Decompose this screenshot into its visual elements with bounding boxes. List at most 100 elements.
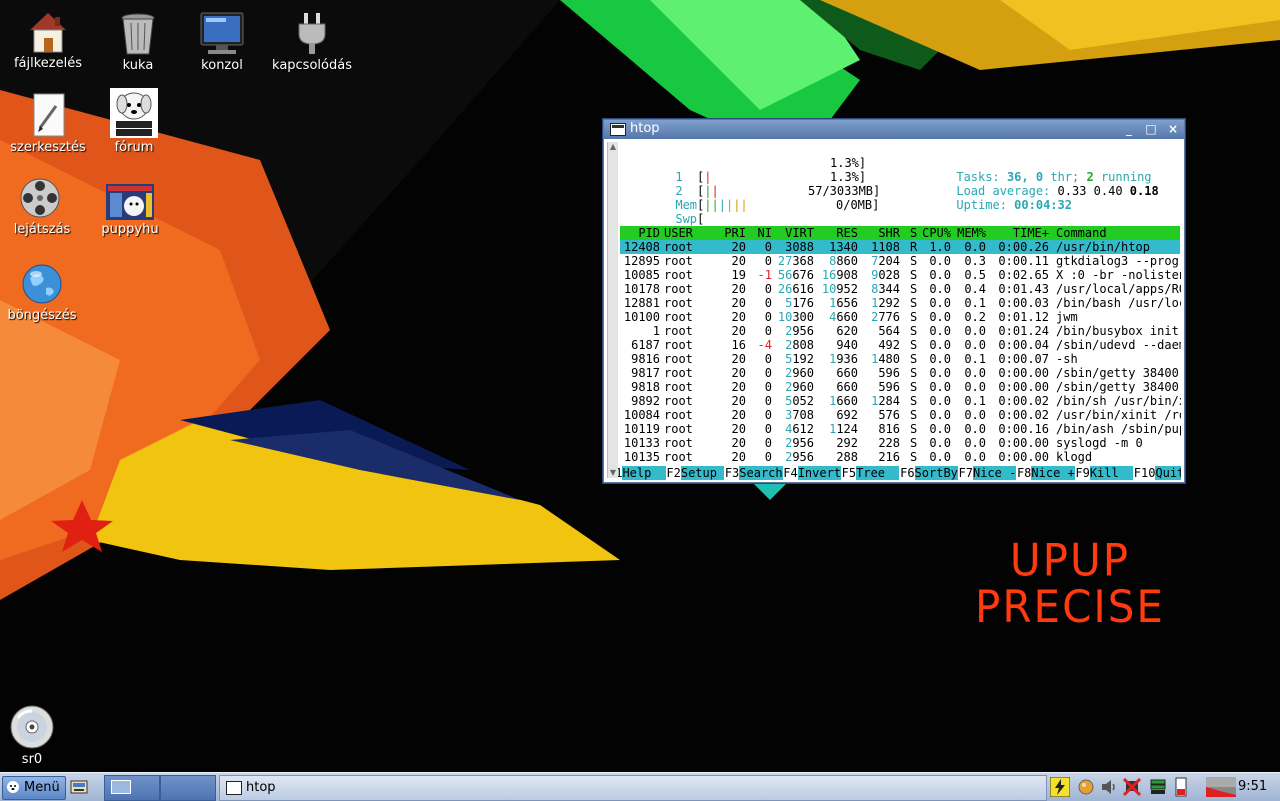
fkey-f1[interactable]: F1Help: [618, 466, 666, 480]
desktop-icon-player[interactable]: lejátszás: [0, 176, 90, 237]
column-header-user[interactable]: USER: [664, 226, 693, 240]
desktop-icon-label: sr0: [21, 752, 43, 767]
process-row[interactable]: 6187 root 16 -4 2808 940 492 S 0.0 0.0 0:00.04/sbi…: [620, 338, 1181, 352]
volume-speaker-icon[interactable]: [1099, 777, 1119, 797]
process-row[interactable]: 12408 root 20 0 3088 1340 1108 R 1.0 0.0 0:00.26/u…: [620, 240, 1180, 254]
cell-mem: 0.0: [964, 338, 986, 352]
column-header-mem[interactable]: MEM%: [957, 226, 986, 240]
fkey-f4[interactable]: F4Invert: [783, 466, 842, 480]
fkey-f5[interactable]: F5Tree: [842, 466, 900, 480]
htop-window[interactable]: htop _ □ × ▲ ▼ 1 [| 1.3%] 2 [|| 1.3%] Me…: [603, 119, 1185, 483]
window-titlebar[interactable]: htop _ □ ×: [604, 120, 1184, 139]
fkey-f9[interactable]: F9Kill: [1075, 466, 1134, 480]
column-header-cpu[interactable]: CPU%: [922, 226, 951, 240]
network-status-icon[interactable]: [1076, 777, 1096, 797]
cell-time: 0:00.26: [998, 240, 1049, 254]
desktop-icon-puppyhu[interactable]: puppyhu: [82, 184, 178, 237]
process-row[interactable]: 12895 root 20 0 27368 8860 7204 S 0.0 0.3 0:00.11 g…: [620, 254, 1181, 268]
column-header-ni[interactable]: NI: [758, 226, 772, 240]
cell-s: S: [910, 324, 918, 338]
column-header-res[interactable]: RES: [836, 226, 858, 240]
cell-virt: 5192: [785, 352, 814, 366]
process-row[interactable]: 10085 root 19 -1 56676 16908 9028 S 0.0 0.5 0:02.6…: [620, 268, 1181, 282]
cell-res: 660: [836, 366, 858, 380]
network-disconnected-icon[interactable]: [1122, 777, 1142, 797]
cell-ni: 0: [764, 240, 772, 254]
column-header-pri[interactable]: PRI: [724, 226, 746, 240]
cell-pid: 10178: [623, 282, 660, 296]
fkey-f3[interactable]: F3Search: [725, 466, 783, 480]
workspace-2[interactable]: [160, 775, 216, 801]
taskbar-item-htop[interactable]: htop: [219, 775, 1047, 801]
cell-shr: 2776: [871, 310, 900, 324]
process-row[interactable]: 10084 root 20 0 3708 692 576 S 0.0 0.0 0:00.02/usr…: [620, 408, 1181, 422]
column-header-time[interactable]: TIME+: [1013, 226, 1049, 240]
cell-cmd: -sh: [1056, 352, 1078, 366]
cpu-usage-graph-icon[interactable]: [1206, 777, 1236, 797]
fkey-f10[interactable]: F10Quit: [1134, 466, 1181, 480]
cell-pid: 6187: [631, 338, 660, 352]
battery-icon[interactable]: [1174, 777, 1188, 797]
cell-time: 0:00.07: [998, 352, 1049, 366]
desktop-icon-editor[interactable]: szerkesztés: [0, 92, 96, 155]
desktop-icon-console[interactable]: konzol: [174, 10, 270, 73]
terminal-screen[interactable]: 1 [| 1.3%] 2 [|| 1.3%] Mem[|||||| 57/303…: [618, 142, 1181, 480]
show-desktop-icon[interactable]: [68, 777, 90, 797]
power-lightning-icon[interactable]: [1050, 777, 1070, 797]
process-row[interactable]: 9817 root 20 0 2960 660 596 S 0.0 0.0 0:00.00/sbin…: [620, 366, 1180, 380]
desktop-icon-forum[interactable]: fórum: [86, 88, 182, 155]
desktop-icon-file-manager[interactable]: fájlkezelés: [0, 10, 96, 71]
column-header-virt[interactable]: VIRT: [785, 226, 814, 240]
cell-res: 1124: [829, 422, 858, 436]
cell-cmd: /bin/ash /sbin/pup: [1056, 422, 1181, 436]
cell-virt: 5176: [785, 296, 814, 310]
cell-pid: 10135: [623, 450, 660, 464]
swp-label: Swp: [675, 212, 698, 226]
function-key-bar[interactable]: F1Help F2Setup F3SearchF4InvertF5Tree F6…: [618, 466, 1181, 480]
column-header-pid[interactable]: PID: [638, 226, 660, 240]
scroll-up-arrow-icon[interactable]: ▲: [608, 142, 618, 152]
terminal-scrollbar[interactable]: ▲ ▼: [607, 142, 618, 478]
swp-value: 0/0MB]: [836, 198, 880, 212]
fkey-f2[interactable]: F2Setup: [666, 466, 725, 480]
fkey-f8[interactable]: F8Nice +: [1017, 466, 1075, 480]
process-row[interactable]: 10133 root 20 0 2956 292 228 S 0.0 0.0 0:00.00 sysl…: [620, 436, 1180, 450]
column-header-cmd[interactable]: Command: [1056, 226, 1107, 240]
process-row[interactable]: 10100 root 20 0 10300 4660 2776 S 0.0 0.2 0:01.12 j…: [620, 310, 1180, 324]
puppy-linux-logo-icon: [110, 88, 158, 138]
desktop-icon-trash[interactable]: kuka: [90, 10, 186, 73]
process-table-header[interactable]: PID USER PRI NI VIRT RES SHR S CPU% MEM% TIME+ Comm…: [620, 226, 1180, 240]
minimize-button[interactable]: _: [1122, 122, 1136, 136]
process-row[interactable]: 1 root 20 0 2956 620 564 S 0.0 0.0 0:01.24/bin/bus…: [620, 324, 1180, 338]
column-header-s[interactable]: S: [910, 226, 917, 240]
cell-virt: 2956: [785, 450, 814, 464]
cell-res: 620: [836, 324, 858, 338]
cell-cmd: /bin/sh /usr/bin/x: [1056, 394, 1181, 408]
cell-pri: 20: [731, 282, 746, 296]
cell-pri: 20: [731, 296, 746, 310]
desktop-icon-optical-drive[interactable]: sr0: [0, 704, 80, 767]
process-row[interactable]: 12881 root 20 0 5176 1656 1292 S 0.0 0.1 0:00.03/b…: [620, 296, 1181, 310]
desktop-icon-browser[interactable]: böngészés: [0, 262, 90, 323]
process-row[interactable]: 9818 root 20 0 2960 660 596 S 0.0 0.0 0:00.00/sbin…: [620, 380, 1180, 394]
fkey-f6[interactable]: F6SortBy: [900, 466, 958, 480]
process-row[interactable]: 10178 root 20 0 26616 10952 8344 S 0.0 0.4 0:01.43…: [620, 282, 1181, 296]
cell-cmd: klogd: [1056, 450, 1093, 464]
close-button[interactable]: ×: [1166, 122, 1180, 136]
memory-usage-icon[interactable]: [1148, 777, 1168, 797]
cell-user: root: [664, 282, 693, 296]
cell-time: 0:00.00: [998, 380, 1049, 394]
process-row[interactable]: 9892 root 20 0 5052 1660 1284 S 0.0 0.1 0:00.02/bi…: [620, 394, 1181, 408]
process-row[interactable]: 9816 root 20 0 5192 1936 1480 S 0.0 0.1 0:00.07 -sh: [620, 352, 1180, 366]
process-row[interactable]: 10135 root 20 0 2956 288 216 S 0.0 0.0 0:00.00 klog…: [620, 450, 1180, 464]
clock[interactable]: 9:51: [1238, 779, 1267, 794]
scroll-down-arrow-icon[interactable]: ▼: [608, 468, 618, 478]
start-menu-button[interactable]: Menü: [2, 776, 66, 800]
process-row[interactable]: 10119 root 20 0 4612 1124 816 S 0.0 0.0 0:00.16/bi…: [620, 422, 1181, 436]
column-header-shr[interactable]: SHR: [878, 226, 900, 240]
desktop-icon-connect[interactable]: kapcsolódás: [264, 10, 360, 73]
fkey-f7[interactable]: F7Nice -: [959, 466, 1017, 480]
cell-user: root: [664, 436, 693, 450]
workspace-1[interactable]: [104, 775, 160, 801]
maximize-button[interactable]: □: [1144, 122, 1158, 136]
